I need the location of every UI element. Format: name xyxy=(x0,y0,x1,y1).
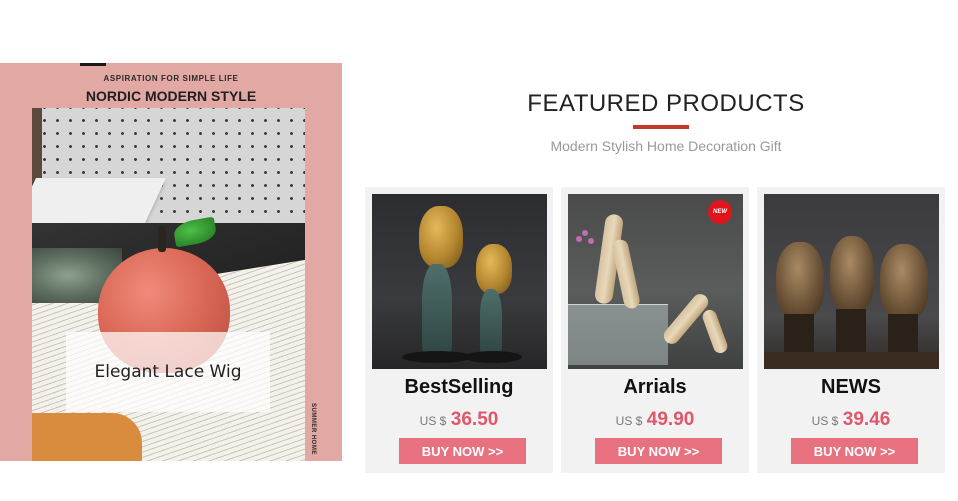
product-image-yoga-figures[interactable]: NEW xyxy=(568,194,743,369)
gold-face-small xyxy=(476,244,512,294)
price-currency: US $ xyxy=(811,414,839,428)
hero-side-text: SUMMER HOME xyxy=(310,403,316,455)
product-price: US $ 39.46 xyxy=(757,409,945,431)
hero-banner[interactable]: ASPIRATION FOR SIMPLE LIFE NORDIC MODERN… xyxy=(0,63,342,461)
flower-shape xyxy=(576,236,582,242)
buy-now-button[interactable]: BUY NOW >> xyxy=(595,438,722,464)
apple-stem xyxy=(158,226,166,252)
price-amount: 39.46 xyxy=(842,409,891,430)
product-image-bronze-heads[interactable] xyxy=(764,194,939,369)
buy-now-button[interactable]: BUY NOW >> xyxy=(791,438,918,464)
sculpture-hand-small xyxy=(480,289,502,354)
pedestal-right xyxy=(888,314,918,354)
bronze-head-right xyxy=(880,244,928,319)
flower-shape xyxy=(588,238,594,244)
sculpture-hand-large xyxy=(422,264,452,354)
acrylic-shelf xyxy=(568,304,668,365)
price-amount: 49.90 xyxy=(646,409,695,430)
gold-face-large xyxy=(419,206,463,268)
price-amount: 36.50 xyxy=(450,409,499,430)
pedestal-left xyxy=(784,314,814,354)
bronze-head-middle xyxy=(830,236,874,311)
section-subheading: Modern Stylish Home Decoration Gift xyxy=(550,138,782,154)
hero-kicker: ASPIRATION FOR SIMPLE LIFE xyxy=(103,74,239,83)
sculpture-base-large xyxy=(402,351,472,363)
hero-label-link[interactable]: Elegant Lace Wig xyxy=(66,332,270,412)
product-title[interactable]: BestSelling xyxy=(365,376,553,399)
price-currency: US $ xyxy=(615,414,643,428)
product-card-arrials[interactable]: NEW Arrials US $ 49.90 BUY NOW >> xyxy=(561,187,749,473)
buy-now-button[interactable]: BUY NOW >> xyxy=(399,438,526,464)
price-currency: US $ xyxy=(419,414,447,428)
sculpture-base-small xyxy=(464,351,522,363)
page: ASPIRATION FOR SIMPLE LIFE NORDIC MODERN… xyxy=(0,0,958,501)
flower-shape xyxy=(582,230,588,236)
product-price: US $ 49.90 xyxy=(561,409,749,431)
bronze-head-left xyxy=(776,242,824,317)
product-card-news[interactable]: NEWS US $ 39.46 BUY NOW >> xyxy=(757,187,945,473)
hero-top-mark xyxy=(80,63,106,66)
new-badge: NEW xyxy=(708,200,732,224)
table-top xyxy=(764,352,939,369)
section-heading: FEATURED PRODUCTS xyxy=(527,90,805,117)
product-title[interactable]: NEWS xyxy=(757,376,945,399)
yoga-figure-arched xyxy=(700,307,730,356)
hero-title: NORDIC MODERN STYLE xyxy=(85,88,257,104)
product-card-bestselling[interactable]: BestSelling US $ 36.50 BUY NOW >> xyxy=(365,187,553,473)
heading-underline xyxy=(633,125,689,129)
pedestal-middle xyxy=(836,309,866,354)
product-image-gold-faces[interactable] xyxy=(372,194,547,369)
product-price: US $ 36.50 xyxy=(365,409,553,431)
book-cover xyxy=(32,413,142,461)
product-title[interactable]: Arrials xyxy=(561,376,749,399)
